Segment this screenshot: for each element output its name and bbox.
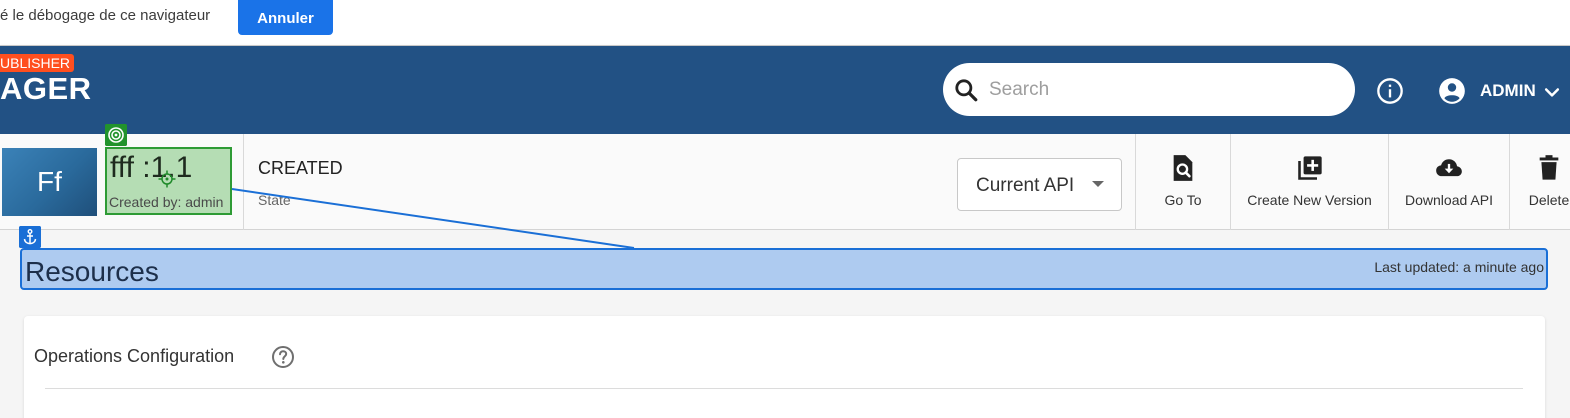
download-api-label: Download API	[1405, 192, 1493, 208]
operations-card: Operations Configuration	[24, 316, 1545, 418]
search-input[interactable]	[989, 71, 1329, 108]
chevron-down-icon	[1544, 88, 1560, 97]
info-icon[interactable]	[1376, 77, 1404, 105]
trash-icon	[1539, 155, 1559, 180]
search-icon	[955, 79, 978, 102]
api-state-value: CREATED	[258, 158, 343, 178]
help-icon[interactable]	[271, 345, 295, 369]
brand-title[interactable]: AGER	[0, 72, 92, 106]
go-to-button[interactable]: Go To	[1136, 134, 1230, 230]
create-new-version-label: Create New Version	[1247, 192, 1372, 208]
user-menu[interactable]: ADMIN	[1438, 76, 1568, 106]
delete-api-label: Delete	[1528, 192, 1570, 208]
download-api-button[interactable]: Download API	[1389, 134, 1509, 230]
app-header: UBLISHER AGER ADMIN	[0, 46, 1570, 134]
user-name: ADMIN	[1480, 81, 1536, 100]
last-updated-text: Last updated: a minute ago	[1374, 259, 1544, 275]
version-select-value: Current API	[976, 175, 1075, 196]
operations-title: Operations Configuration	[34, 346, 235, 366]
crosshair-icon	[158, 170, 176, 188]
api-name: fff :1.1	[110, 151, 193, 184]
resources-title: Resources	[25, 256, 159, 287]
brand-badge: UBLISHER	[0, 54, 75, 72]
cancel-debug-button[interactable]: Annuler	[238, 0, 333, 35]
delete-api-button[interactable]: Delete	[1510, 134, 1570, 230]
search-document-icon	[1173, 155, 1193, 181]
target-icon	[105, 124, 127, 146]
api-creator: Created by: admin	[109, 194, 224, 210]
add-library-icon	[1298, 156, 1322, 180]
api-thumbnail: Ff	[2, 148, 97, 216]
search-box[interactable]	[943, 63, 1355, 116]
caret-down-icon	[1092, 181, 1104, 187]
debug-banner: é le débogage de ce navigateur Annuler	[0, 0, 1570, 46]
version-select[interactable]: Current API	[957, 158, 1122, 211]
cloud-download-icon	[1436, 159, 1462, 177]
go-to-label: Go To	[1164, 192, 1202, 208]
api-details-bar: Ff fff :1.1 Created by: admin CREATED St…	[0, 124, 1570, 230]
debug-banner-message: é le débogage de ce navigateur	[0, 7, 211, 24]
create-new-version-button[interactable]: Create New Version	[1231, 134, 1388, 230]
api-state-label: State	[258, 192, 291, 208]
resources-heading: Resources Last updated: a minute ago	[20, 248, 1548, 290]
user-avatar-icon	[1439, 78, 1465, 104]
anchor-icon	[19, 226, 41, 248]
divider	[243, 134, 244, 230]
operations-divider	[45, 388, 1523, 389]
